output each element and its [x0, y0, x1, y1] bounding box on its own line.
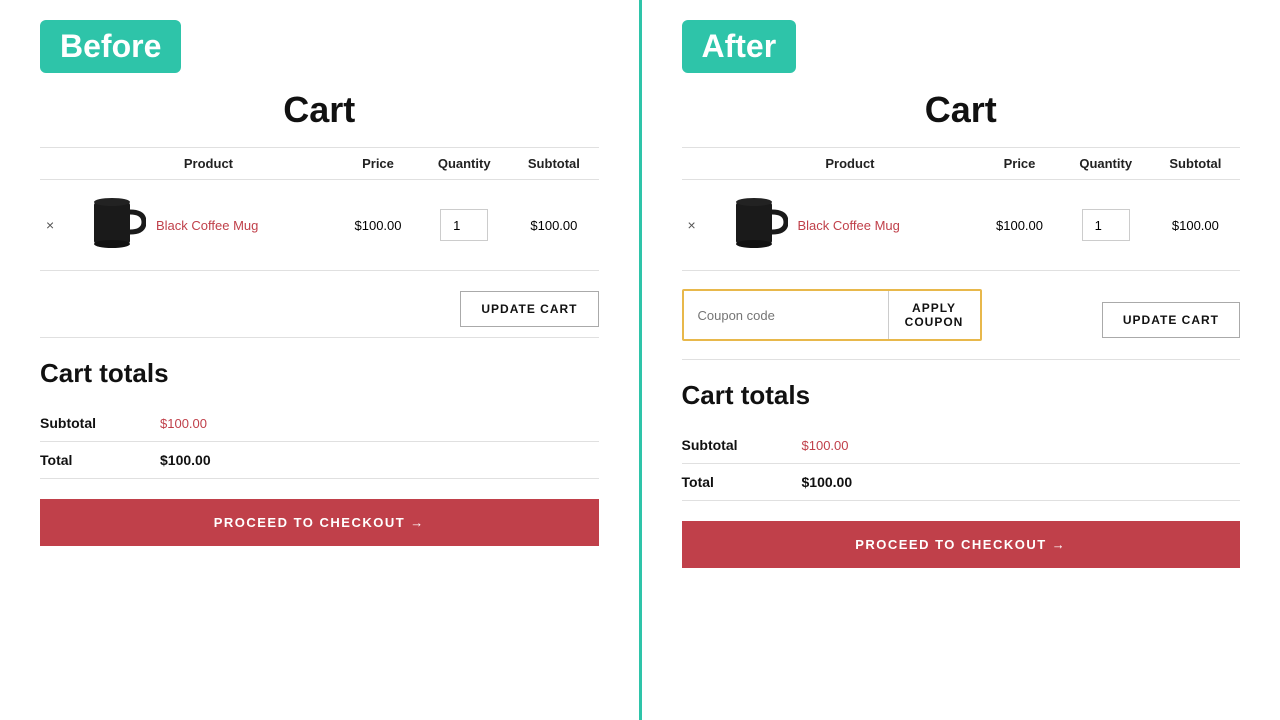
- subtotal-label-after: Subtotal: [682, 427, 802, 464]
- before-action-row: UPDATE CART: [40, 281, 599, 338]
- subtotal-value-after: $100.00: [802, 427, 1241, 464]
- product-cell: Black Coffee Mug: [86, 190, 331, 260]
- total-label-after: Total: [682, 464, 802, 501]
- product-price-after: $100.00: [978, 180, 1060, 271]
- remove-button[interactable]: ×: [46, 217, 54, 233]
- total-value: $100.00: [160, 442, 599, 479]
- after-cart-table: Product Price Quantity Subtotal ×: [682, 147, 1241, 271]
- before-cart-title: Cart: [40, 89, 599, 131]
- col-product: Product: [80, 148, 337, 180]
- after-cart-totals-title: Cart totals: [682, 380, 1241, 411]
- after-cart-totals: Cart totals Subtotal $100.00 Total $100.…: [682, 380, 1241, 568]
- col-price: Price: [978, 148, 1060, 180]
- subtotal-value: $100.00: [160, 405, 599, 442]
- quantity-input-after[interactable]: [1082, 209, 1130, 241]
- table-row: × Black Coffee Mug $100.00: [682, 180, 1241, 271]
- after-badge: After: [682, 20, 797, 73]
- col-product: Product: [722, 148, 979, 180]
- apply-coupon-button[interactable]: APPLY COUPON: [888, 291, 980, 339]
- before-cart-table: Product Price Quantity Subtotal ×: [40, 147, 599, 271]
- after-action-row: APPLY COUPON UPDATE CART: [682, 281, 1241, 360]
- product-subtotal-after: $100.00: [1151, 180, 1240, 271]
- before-totals-table: Subtotal $100.00 Total $100.00: [40, 405, 599, 479]
- total-value-after: $100.00: [802, 464, 1241, 501]
- mug-image: [86, 190, 146, 260]
- update-cart-button[interactable]: UPDATE CART: [460, 291, 598, 327]
- subtotal-label: Subtotal: [40, 405, 160, 442]
- product-link[interactable]: Black Coffee Mug: [156, 218, 258, 233]
- subtotal-row: Subtotal $100.00: [40, 405, 599, 442]
- before-badge: Before: [40, 20, 181, 73]
- total-label: Total: [40, 442, 160, 479]
- mug-image-after: [728, 190, 788, 260]
- col-remove: [682, 148, 722, 180]
- col-remove: [40, 148, 80, 180]
- table-row: × Black Coffee Mug $100.00: [40, 180, 599, 271]
- total-row-after: Total $100.00: [682, 464, 1241, 501]
- before-cart-totals: Cart totals Subtotal $100.00 Total $100.…: [40, 358, 599, 546]
- quantity-input[interactable]: [440, 209, 488, 241]
- col-quantity: Quantity: [419, 148, 509, 180]
- before-cart-totals-title: Cart totals: [40, 358, 599, 389]
- col-price: Price: [337, 148, 419, 180]
- coupon-section: APPLY COUPON: [682, 289, 982, 341]
- col-subtotal: Subtotal: [509, 148, 598, 180]
- product-price: $100.00: [337, 180, 419, 271]
- checkout-button-after[interactable]: PROCEED TO CHECKOUT →: [682, 521, 1241, 568]
- col-subtotal: Subtotal: [1151, 148, 1240, 180]
- update-cart-button-after[interactable]: UPDATE CART: [1102, 302, 1240, 338]
- after-totals-table: Subtotal $100.00 Total $100.00: [682, 427, 1241, 501]
- product-cell-after: Black Coffee Mug: [728, 190, 973, 260]
- checkout-button[interactable]: PROCEED TO CHECKOUT →: [40, 499, 599, 546]
- product-subtotal: $100.00: [509, 180, 598, 271]
- after-cart-title: Cart: [682, 89, 1241, 131]
- before-panel: Before Cart Product Price Quantity Subto…: [0, 0, 639, 720]
- coupon-input[interactable]: [684, 291, 888, 339]
- product-link-after[interactable]: Black Coffee Mug: [798, 218, 900, 233]
- remove-button-after[interactable]: ×: [688, 217, 696, 233]
- total-row: Total $100.00: [40, 442, 599, 479]
- subtotal-row-after: Subtotal $100.00: [682, 427, 1241, 464]
- after-panel: After Cart Product Price Quantity Subtot…: [642, 0, 1280, 720]
- col-quantity: Quantity: [1061, 148, 1151, 180]
